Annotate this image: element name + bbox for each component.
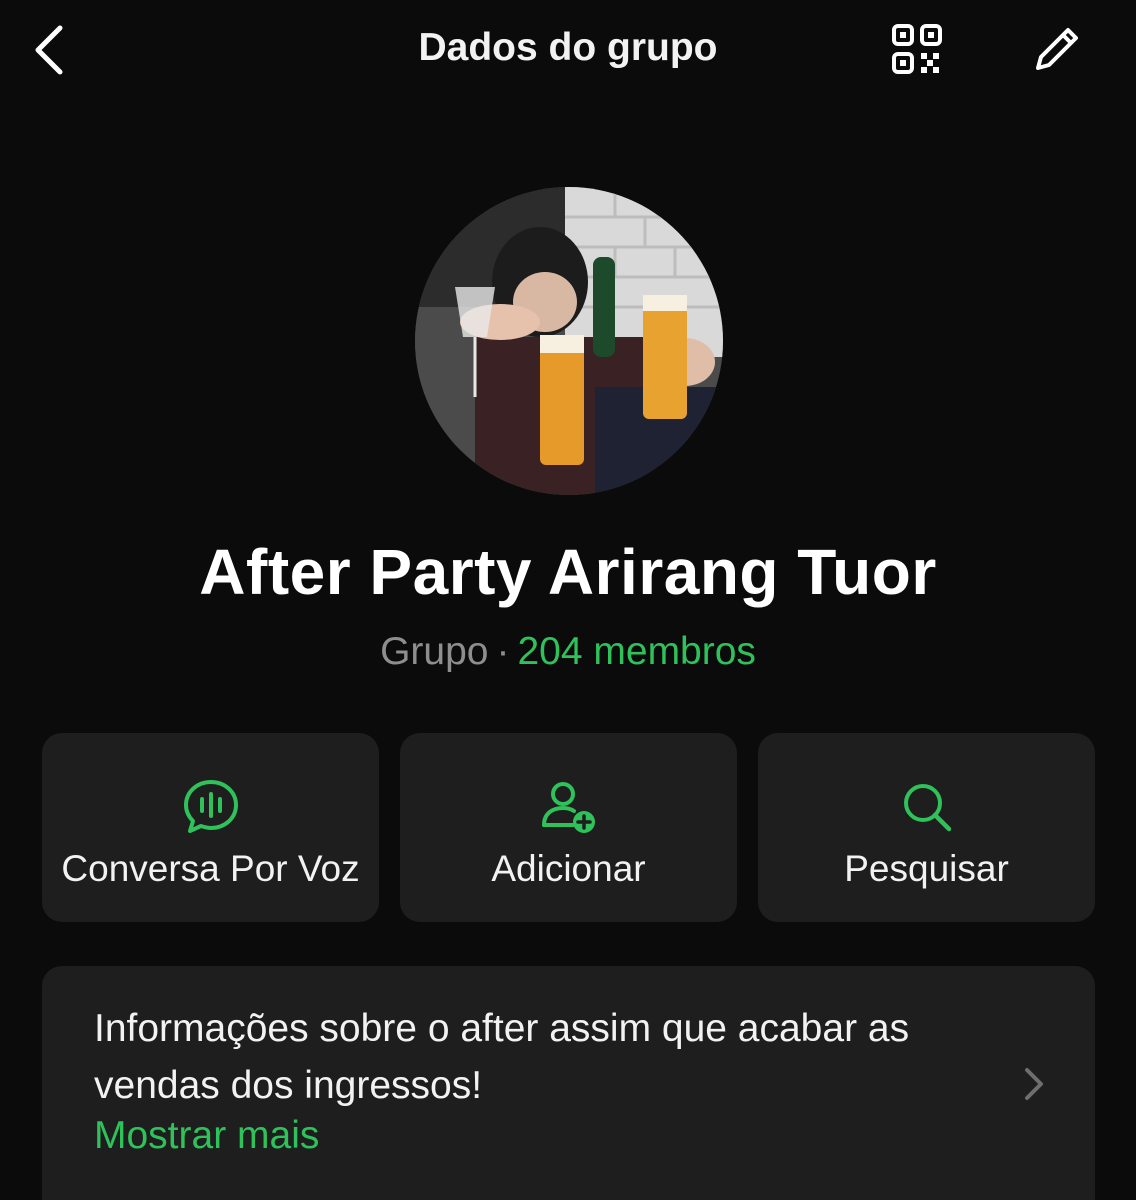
add-person-icon <box>541 782 595 833</box>
add-member-button[interactable]: Adicionar <box>400 733 737 922</box>
group-type-label: Grupo <box>380 630 489 673</box>
chevron-right-icon <box>1025 1068 1043 1100</box>
voice-chat-icon <box>183 780 238 833</box>
voice-chat-button[interactable]: Conversa Por Voz <box>42 733 379 922</box>
group-description-card[interactable]: Informações sobre o after assim que acab… <box>42 966 1095 1200</box>
search-button[interactable]: Pesquisar <box>758 733 1095 922</box>
edit-button[interactable] <box>1026 20 1086 80</box>
members-count-link[interactable]: 204 membros <box>517 630 755 673</box>
top-bar: Dados do grupo <box>0 0 1136 100</box>
add-member-label: Adicionar <box>491 848 646 889</box>
group-avatar[interactable] <box>415 187 723 495</box>
group-description-text: Informações sobre o after assim que acab… <box>94 1007 910 1107</box>
pencil-icon <box>1036 28 1078 70</box>
group-name: After Party Arirang Tuor <box>199 536 937 608</box>
qr-code-button[interactable] <box>888 20 948 80</box>
voice-chat-label: Conversa Por Voz <box>61 848 360 889</box>
separator-dot: · <box>496 630 510 673</box>
group-subtitle: Grupo · 204 membros <box>0 630 1136 674</box>
qr-code-icon <box>892 24 942 74</box>
search-icon <box>903 784 951 832</box>
group-photo-image <box>415 187 723 495</box>
show-more-link[interactable]: Mostrar mais <box>94 1114 319 1158</box>
search-label: Pesquisar <box>844 848 1009 889</box>
page-title: Dados do grupo <box>418 26 718 69</box>
